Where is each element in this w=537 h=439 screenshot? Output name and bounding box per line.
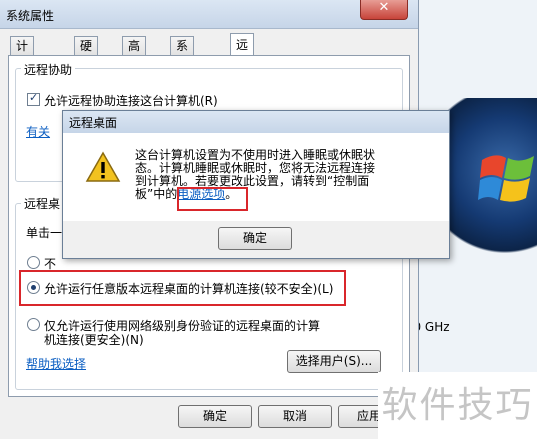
radio-allow-nla-label-line2: 机连接(更安全)(N) (44, 333, 144, 347)
tab-advanced[interactable]: 高级 (122, 36, 147, 71)
help-me-choose-link[interactable]: 帮助我选择 (26, 355, 86, 372)
warning-icon (85, 151, 121, 182)
ok-button[interactable]: 确定 (178, 405, 252, 428)
remote-desktop-message-box: 远程桌面 这台计算机设置为不使用时进入睡眠或休眠状 态。计算机睡眠或休眠时，您将… (62, 110, 450, 259)
highlight-power-options (177, 187, 248, 211)
close-button[interactable]: ✕ (360, 0, 408, 20)
windows-logo-icon (478, 155, 534, 202)
titlebar: 系统属性 (0, 0, 418, 29)
select-users-button[interactable]: 选择用户(S)... (287, 350, 381, 373)
tab-system-protection[interactable]: 系统保护 (170, 36, 195, 107)
message-title: 远程桌面 (69, 116, 118, 130)
highlight-allow-any-option (19, 270, 346, 306)
tab-computer-name[interactable]: 计算机名 (10, 36, 35, 107)
radio-allow-nla-only[interactable] (27, 318, 40, 331)
message-titlebar: 远程桌面 (63, 111, 449, 133)
message-line4-prefix: 板”中的 (135, 187, 178, 201)
remote-desktop-hint: 单击一 (26, 226, 63, 240)
tab-hardware[interactable]: 硬件 (74, 36, 99, 71)
message-ok-button[interactable]: 确定 (218, 227, 292, 250)
allow-remote-assistance-checkbox[interactable] (27, 91, 40, 106)
allow-remote-assistance-label: 允许远程协助连接这台计算机(R) (44, 94, 218, 108)
dialog-title: 系统属性 (6, 9, 55, 23)
message-body: 这台计算机设置为不使用时进入睡眠或休眠状 态。计算机睡眠或休眠时，您将无法远程连… (63, 133, 449, 221)
tab-remote[interactable]: 远程 (230, 33, 255, 74)
cancel-button[interactable]: 取消 (258, 405, 332, 428)
watermark-text: 软件技巧 (378, 372, 537, 439)
radio-dont-allow[interactable] (27, 256, 40, 269)
remote-assistance-label: 远程协助 (21, 61, 76, 78)
remote-assistance-link[interactable]: 有关 (26, 123, 50, 140)
remote-desktop-label: 远程桌 (21, 195, 64, 212)
